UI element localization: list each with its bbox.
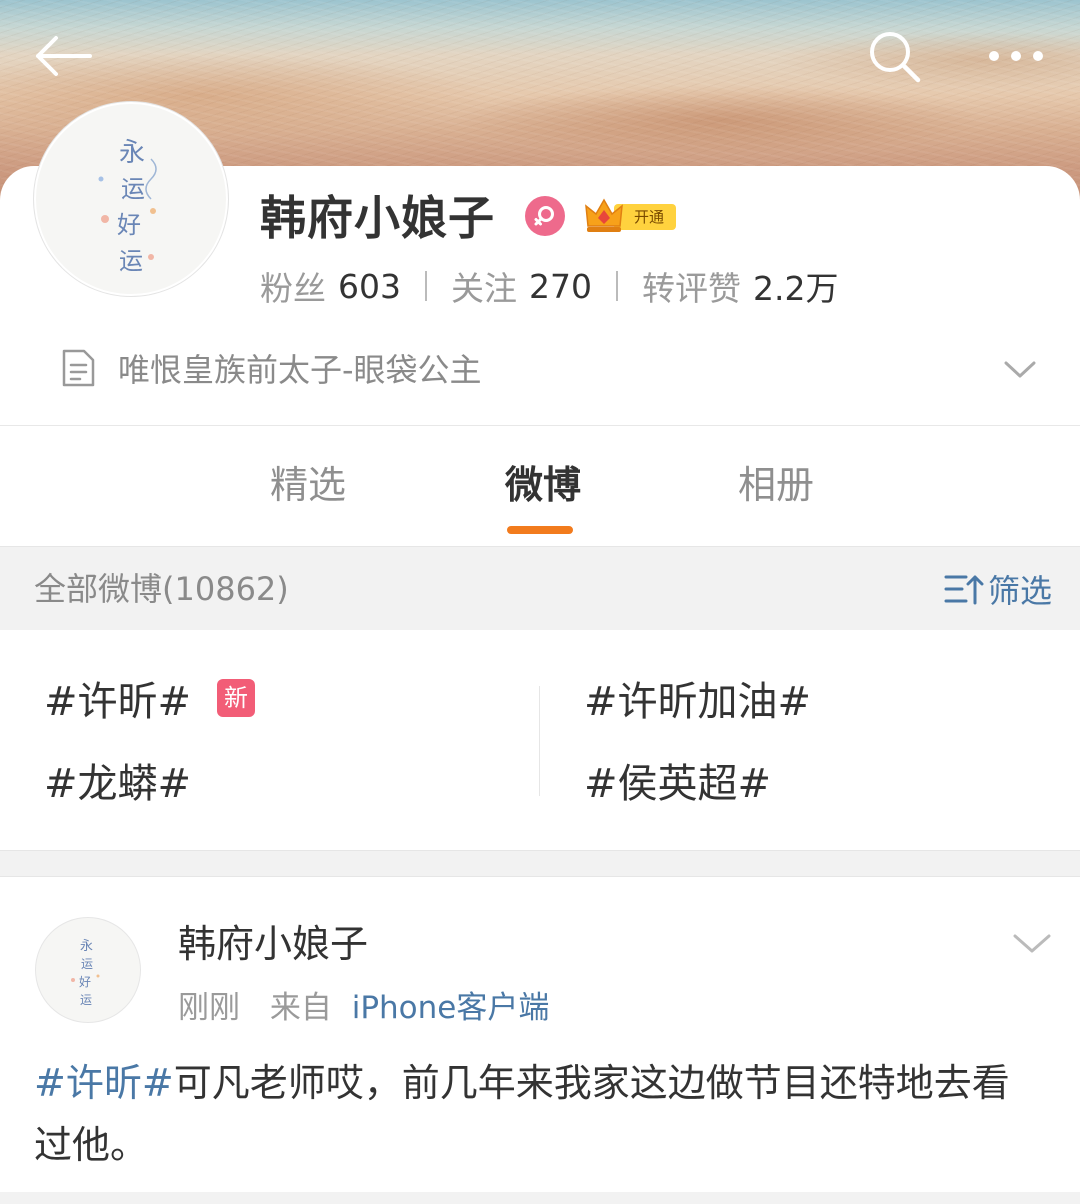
all-posts-count: 全部微博(10862): [34, 570, 289, 608]
profile-stats: 粉丝 603 关注 270 转评赞 2.2万: [260, 262, 838, 310]
avatar[interactable]: 永 运 好 运: [34, 102, 228, 296]
back-button[interactable]: [30, 24, 94, 88]
chevron-down-icon: [1004, 361, 1036, 378]
stat-divider: [616, 271, 618, 301]
vip-open-label[interactable]: 开通: [622, 204, 676, 230]
back-arrow-icon: [36, 36, 92, 76]
tab-featured[interactable]: 精选: [270, 460, 346, 510]
post-author-avatar[interactable]: 永 运 好 运: [36, 918, 140, 1022]
svg-text:好: 好: [79, 975, 91, 989]
profile-tabs: 精选 微博 相册: [0, 426, 1080, 546]
avatar-artwork: 永 运 好 运: [98, 138, 157, 275]
topic-divider: [539, 686, 540, 796]
stat-divider: [425, 271, 427, 301]
svg-text:永: 永: [119, 138, 145, 168]
section-gap: [0, 1192, 1080, 1204]
fans-count[interactable]: 603: [338, 267, 401, 306]
post-menu-button[interactable]: [1008, 924, 1056, 964]
post-source[interactable]: iPhone客户端: [352, 990, 550, 1026]
chevron-down-icon: [1013, 934, 1051, 953]
topic-list: #许昕# 新 #许昕加油# #龙蟒# #侯英超#: [0, 630, 1080, 850]
search-button[interactable]: [862, 24, 926, 88]
filter-bar: 全部微博(10862) 筛选: [0, 546, 1080, 630]
post-text: 可凡老师哎，前几年来我家这边做节目还特地去看过他。: [34, 1061, 1010, 1167]
active-tab-indicator: [507, 526, 573, 534]
filter-label: 筛选: [988, 572, 1053, 610]
post-time: 刚刚: [178, 990, 240, 1026]
filter-sort-icon: [944, 575, 984, 605]
more-button[interactable]: [984, 24, 1048, 88]
search-icon: [870, 32, 921, 83]
interactions-count: 2.2万: [753, 269, 839, 308]
svg-text:运: 运: [121, 175, 145, 203]
tab-weibo[interactable]: 微博: [505, 460, 581, 510]
topic-item[interactable]: #侯英超#: [584, 758, 771, 810]
topic-item[interactable]: #许昕加油#: [584, 676, 811, 728]
post-source-prefix: 来自: [269, 990, 332, 1026]
tab-album[interactable]: 相册: [738, 460, 814, 510]
post-author-name[interactable]: 韩府小娘子: [178, 918, 368, 970]
svg-text:好: 好: [117, 211, 141, 239]
following-count[interactable]: 270: [529, 267, 592, 306]
svg-text:运: 运: [119, 247, 143, 275]
post-meta: 刚刚 来自 iPhone客户端: [178, 986, 549, 1030]
post-body: #许昕#可凡老师哎，前几年来我家这边做节目还特地去看过他。: [34, 1052, 1044, 1176]
filter-button[interactable]: 筛选: [944, 567, 1052, 611]
bio-text: 唯恨皇族前太子-眼袋公主: [118, 351, 482, 389]
more-dots-icon: [989, 51, 1043, 61]
section-gap: [0, 850, 1080, 877]
female-gender-badge: [525, 196, 565, 236]
svg-text:运: 运: [80, 993, 92, 1007]
topic-item[interactable]: #龙蟒#: [44, 758, 191, 810]
avatar-artwork: 永 运 好 运: [71, 939, 100, 1007]
interactions-label: 转评赞: [642, 269, 741, 308]
document-icon: [62, 349, 95, 387]
svg-text:运: 运: [81, 957, 93, 971]
following-label[interactable]: 关注: [451, 262, 517, 310]
profile-bio[interactable]: 唯恨皇族前太子-眼袋公主: [60, 344, 482, 392]
topic-item[interactable]: #许昕#: [44, 676, 191, 728]
svg-text:永: 永: [80, 939, 93, 954]
female-icon: [534, 206, 554, 226]
bio-expand-button[interactable]: [1000, 350, 1040, 390]
post-hashtag[interactable]: #许昕#: [34, 1061, 174, 1105]
new-badge: 新: [217, 679, 255, 717]
fans-label[interactable]: 粉丝: [260, 262, 326, 310]
profile-username: 韩府小娘子: [260, 191, 495, 245]
